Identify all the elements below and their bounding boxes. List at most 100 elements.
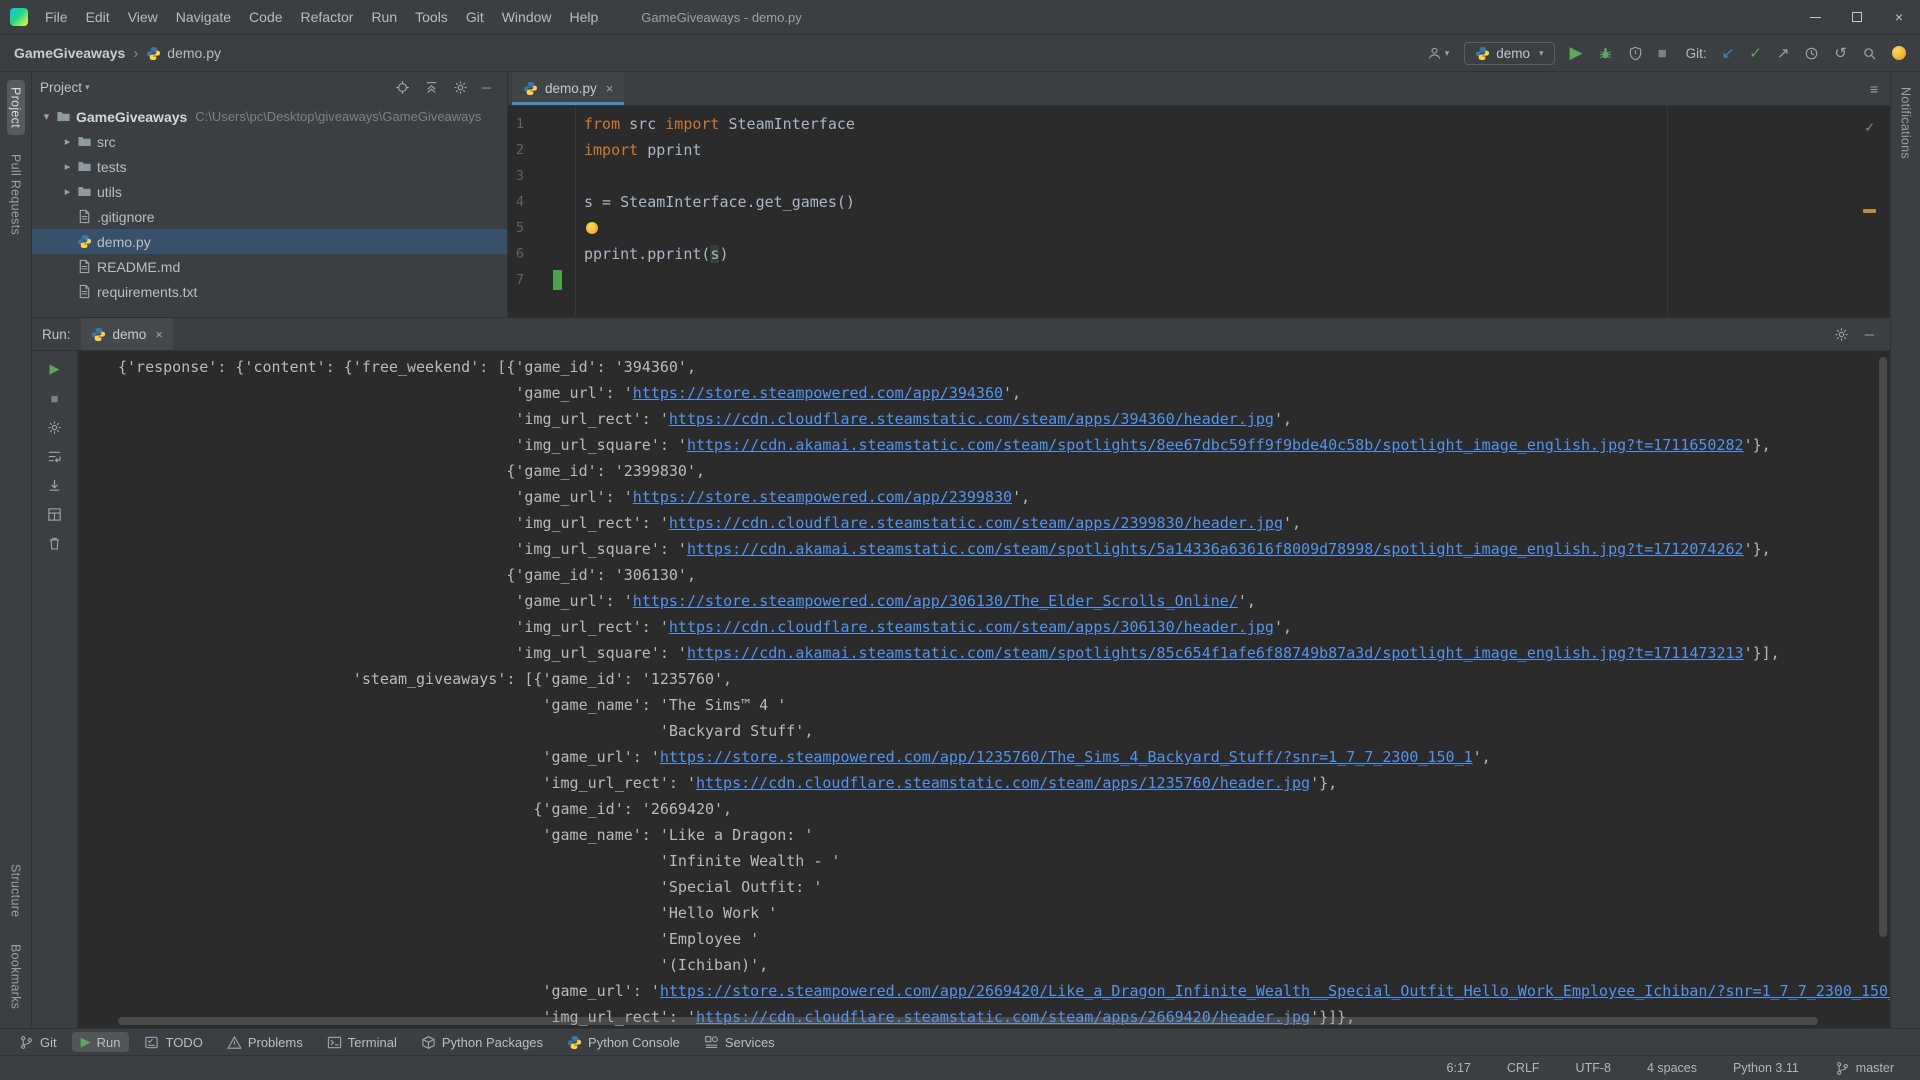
console-link[interactable]: https://cdn.cloudflare.steamstatic.com/s… <box>669 514 1283 532</box>
run-configuration-select[interactable]: demo ▾ <box>1464 42 1554 65</box>
chevron-down-icon[interactable]: ▾ <box>38 110 55 123</box>
breadcrumb-file[interactable]: demo.py <box>167 45 221 61</box>
project-item-utils[interactable]: ▸utils <box>32 179 507 204</box>
console-link[interactable]: https://store.steampowered.com/app/30613… <box>633 592 1238 610</box>
console-pane[interactable]: {'response': {'content': {'free_weekend'… <box>78 351 1890 1028</box>
grid-button[interactable] <box>47 506 63 522</box>
menu-window[interactable]: Window <box>493 0 561 34</box>
close-tab-icon[interactable]: × <box>155 327 163 342</box>
toolwindow-button-todo[interactable]: TODO <box>135 1033 211 1052</box>
project-item-gitignore[interactable]: .gitignore <box>32 204 507 229</box>
status-python-3-11[interactable]: Python 3.11 <box>1733 1061 1799 1075</box>
project-root-row[interactable]: ▾ GameGiveaways C:\Users\pc\Desktop\give… <box>32 104 507 129</box>
console-link[interactable]: https://cdn.cloudflare.steamstatic.com/s… <box>669 618 1274 636</box>
search-everywhere-button[interactable] <box>1862 46 1877 61</box>
console-link[interactable]: https://store.steampowered.com/app/26694… <box>660 982 1890 1000</box>
toolwindow-button-terminal[interactable]: Terminal <box>318 1033 406 1052</box>
push-button[interactable]: ↗ <box>1777 44 1790 62</box>
update-project-button[interactable]: ↙ <box>1722 44 1735 62</box>
vertical-scrollbar[interactable] <box>1879 357 1887 937</box>
run-tab-demo[interactable]: demo × <box>81 318 173 350</box>
settings-gear-icon[interactable] <box>453 80 468 95</box>
toolwindow-button-run[interactable]: ▶Run <box>72 1032 130 1052</box>
menu-run[interactable]: Run <box>362 0 406 34</box>
editor-tab-demo-py[interactable]: demo.py × <box>512 72 624 105</box>
menu-tools[interactable]: Tools <box>406 0 457 34</box>
toolwindow-button-problems[interactable]: Problems <box>218 1033 312 1052</box>
console-link[interactable]: https://store.steampowered.com/app/23998… <box>633 488 1012 506</box>
locate-file-icon[interactable] <box>395 80 410 95</box>
coverage-button[interactable] <box>1628 46 1643 61</box>
project-root-path: C:\Users\pc\Desktop\giveaways\GameGiveaw… <box>195 109 481 124</box>
console-link[interactable]: https://cdn.akamai.steamstatic.com/steam… <box>687 540 1744 558</box>
menu-refactor[interactable]: Refactor <box>292 0 363 34</box>
settings-gear-icon[interactable] <box>1834 327 1849 342</box>
toolwindow-button-python-packages[interactable]: Python Packages <box>412 1033 552 1052</box>
horizontal-scrollbar[interactable] <box>118 1017 1818 1025</box>
breadcrumb-project[interactable]: GameGiveaways <box>14 45 125 61</box>
intention-bulb-icon[interactable] <box>586 222 598 234</box>
stop-button[interactable]: ■ <box>47 390 63 406</box>
scroll-end-button[interactable] <box>47 477 63 493</box>
toolwindow-stripe-pull-requests[interactable]: Pull Requests <box>7 147 25 242</box>
project-item-tests[interactable]: ▸tests <box>32 154 507 179</box>
menu-code[interactable]: Code <box>240 0 291 34</box>
inspections-ok-icon[interactable]: ✓ <box>1865 114 1874 140</box>
project-panel-title[interactable]: Project <box>40 80 82 95</box>
console-link[interactable]: https://store.steampowered.com/app/39436… <box>633 384 1003 402</box>
debug-button[interactable] <box>1598 46 1613 61</box>
chevron-right-icon[interactable]: ▸ <box>59 160 76 173</box>
status-4-spaces[interactable]: 4 spaces <box>1647 1061 1697 1075</box>
console-link[interactable]: https://cdn.cloudflare.steamstatic.com/s… <box>696 774 1310 792</box>
editor-line: 7 <box>508 267 1890 293</box>
console-link[interactable]: https://cdn.cloudflare.steamstatic.com/s… <box>669 410 1274 428</box>
hide-panel-icon[interactable]: ─ <box>482 80 491 95</box>
status-crlf[interactable]: CRLF <box>1507 1061 1540 1075</box>
toolwindow-stripe-structure[interactable]: Structure <box>7 857 25 924</box>
toolwindow-stripe-notifications[interactable]: Notifications <box>1897 80 1915 166</box>
chevron-right-icon[interactable]: ▸ <box>59 185 76 198</box>
status-6-17[interactable]: 6:17 <box>1447 1061 1471 1075</box>
rollback-button[interactable]: ↺ <box>1834 44 1847 62</box>
project-item-src[interactable]: ▸src <box>32 129 507 154</box>
stop-button[interactable]: ■ <box>1658 45 1667 62</box>
console-link[interactable]: https://cdn.akamai.steamstatic.com/steam… <box>687 436 1744 454</box>
toolwindow-button-services[interactable]: Services <box>695 1033 784 1052</box>
chevron-right-icon[interactable]: ▸ <box>59 135 76 148</box>
tab-options-icon[interactable]: ≡ <box>1870 81 1878 97</box>
trash-button[interactable] <box>47 535 63 551</box>
menu-navigate[interactable]: Navigate <box>167 0 240 34</box>
editor-pane[interactable]: 1from src import SteamInterface2import p… <box>508 106 1890 317</box>
soft-wrap-button[interactable] <box>47 448 63 464</box>
menu-help[interactable]: Help <box>561 0 608 34</box>
menu-view[interactable]: View <box>119 0 167 34</box>
close-button[interactable]: × <box>1878 0 1920 34</box>
code-with-me-button[interactable]: ▾ <box>1427 46 1450 61</box>
history-button[interactable] <box>1804 46 1819 61</box>
chevron-down-icon[interactable]: ▾ <box>85 82 90 93</box>
run-button[interactable]: ▶ <box>1570 43 1583 63</box>
project-item-demo-py[interactable]: demo.py <box>32 229 507 254</box>
notifications-indicator-icon[interactable] <box>1892 46 1906 60</box>
console-link[interactable]: https://cdn.akamai.steamstatic.com/steam… <box>687 644 1744 662</box>
maximize-button[interactable] <box>1836 0 1878 34</box>
status-master[interactable]: master <box>1835 1061 1894 1076</box>
minimize-button[interactable] <box>1794 0 1836 34</box>
rerun-button[interactable]: ▶ <box>47 361 63 377</box>
menu-edit[interactable]: Edit <box>77 0 119 34</box>
hide-panel-icon[interactable]: ─ <box>1865 327 1874 342</box>
project-item-requirements-txt[interactable]: requirements.txt <box>32 279 507 304</box>
settings-button[interactable] <box>47 419 63 435</box>
status-utf-8[interactable]: UTF-8 <box>1576 1061 1611 1075</box>
project-item-readme-md[interactable]: README.md <box>32 254 507 279</box>
toolwindow-stripe-bookmarks[interactable]: Bookmarks <box>7 937 25 1016</box>
close-tab-icon[interactable]: × <box>606 81 614 96</box>
toolwindow-stripe-project[interactable]: Project <box>7 80 25 135</box>
menu-git[interactable]: Git <box>457 0 493 34</box>
toolwindow-button-git[interactable]: Git <box>10 1033 66 1052</box>
collapse-all-icon[interactable] <box>424 80 439 95</box>
toolwindow-button-python-console[interactable]: Python Console <box>558 1033 689 1052</box>
console-link[interactable]: https://store.steampowered.com/app/12357… <box>660 748 1473 766</box>
commit-button[interactable]: ✓ <box>1749 44 1762 62</box>
menu-file[interactable]: File <box>36 0 77 34</box>
